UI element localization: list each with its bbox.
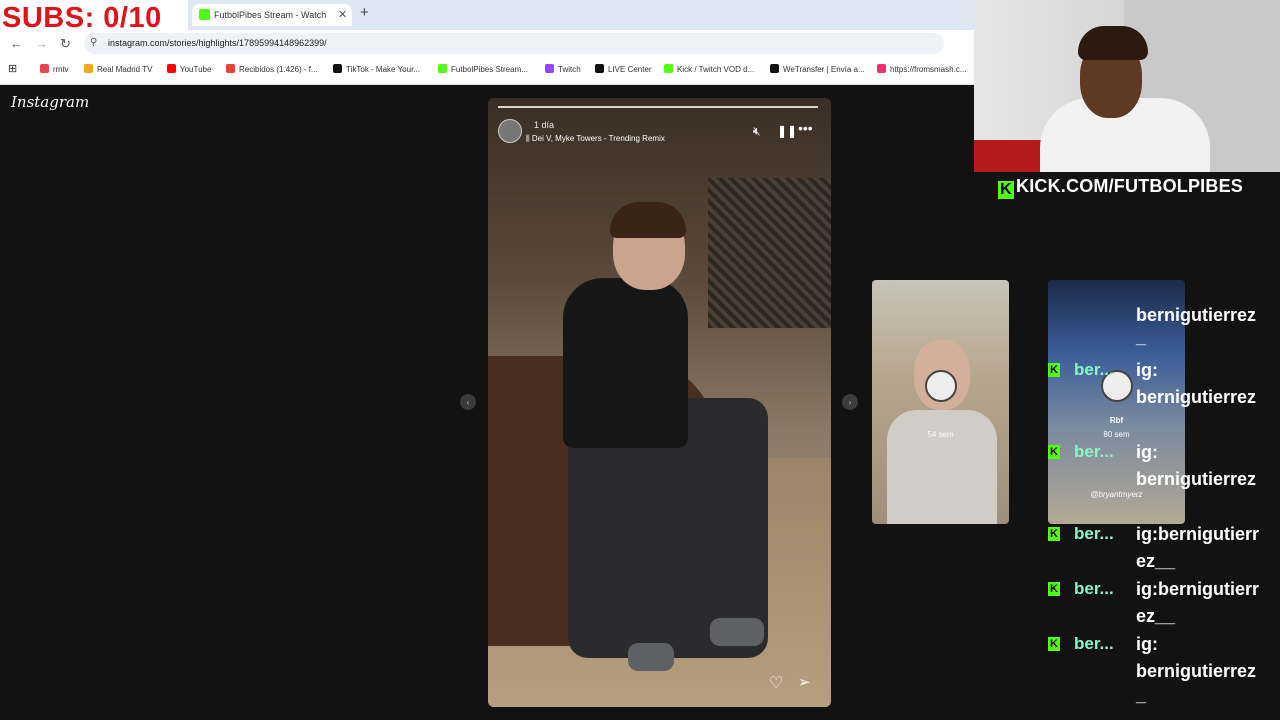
bookmark-favicon-icon [167, 64, 176, 73]
thumb-time: 54 sem [927, 430, 954, 439]
kick-url-text: KICK.COM/FUTBOLPIBES [1016, 176, 1243, 196]
instagram-logo[interactable]: Instagram [11, 93, 89, 111]
story-thumbnail[interactable]: 54 sem [872, 280, 1009, 524]
more-options-icon[interactable]: ••• [798, 120, 813, 136]
chat-underscore: _ [1136, 685, 1147, 705]
apps-grid-icon[interactable]: ⊞ [8, 62, 17, 75]
pause-icon[interactable]: ❚❚ [777, 124, 797, 138]
chat-username: ber... [1074, 524, 1114, 543]
bookmark-item[interactable]: rmtv [40, 64, 69, 74]
story-person-body [563, 278, 688, 448]
story-progress-bar [498, 106, 818, 108]
story-song[interactable]: ⫼ Dei V, Myke Towers - Trending Remix [526, 134, 665, 144]
bookmark-favicon-icon [333, 64, 342, 73]
chat-username: ber... [1074, 634, 1114, 653]
chat-line: ig:bernigutierr [1136, 524, 1260, 544]
chat-line: ig: [1136, 360, 1158, 380]
bookmark-favicon-icon [438, 64, 447, 73]
chat-username: ber... [1074, 579, 1114, 598]
story-shoe [710, 618, 764, 646]
kick-badge-icon: K [1048, 637, 1060, 651]
bookmark-favicon-icon [545, 64, 554, 73]
story-person-hair [610, 202, 686, 238]
chat-line: bernigutierrez [1136, 661, 1257, 681]
bookmark-item[interactable]: Kick / Twitch VOD d... [664, 64, 754, 74]
story-viewer[interactable] [488, 98, 831, 707]
bookmark-favicon-icon [664, 64, 673, 73]
chat-message: ig:bernigutierr ez__ [1136, 521, 1259, 575]
browser-tab[interactable]: FutbolPibes Stream - Watch Liv ✕ [192, 4, 352, 26]
chat-username: ber... [1074, 360, 1114, 379]
kick-badge-icon: K [1048, 445, 1060, 459]
story-song-title: Dei V, Myke Towers - Trending Remix [531, 134, 665, 143]
chat-line: ez__ [1136, 606, 1176, 626]
bookmark-favicon-icon [40, 64, 49, 73]
chat-line: bernigutierrez [1136, 469, 1257, 489]
bookmark-favicon-icon [595, 64, 604, 73]
chat-line: bernigutierrez [1136, 387, 1257, 407]
bookmark-item[interactable]: Real Madrid TV [84, 64, 152, 74]
webcam-overlay [974, 0, 1280, 172]
tab-title: FutbolPibes Stream - Watch Liv [214, 10, 326, 20]
close-tab-icon[interactable]: ✕ [338, 4, 347, 26]
kick-logo-icon: K [998, 181, 1014, 199]
chat-message: ig: bernigutierrez [1136, 357, 1256, 411]
chat-message: ig: bernigutierrez [1136, 439, 1256, 493]
chat-message: ig:bernigutierr ez__ [1136, 576, 1259, 630]
kick-favicon-icon [199, 9, 210, 20]
kick-badge-icon: K [1048, 363, 1060, 377]
kick-badge-icon: K [1048, 582, 1060, 596]
forward-icon[interactable]: → [35, 36, 48, 51]
new-tab-icon[interactable]: + [360, 4, 369, 21]
chat-message: ig: bernigutierrez [1136, 631, 1256, 685]
chat-line: ig: [1136, 634, 1158, 654]
bookmark-favicon-icon [84, 64, 93, 73]
story-time: 1 día [534, 120, 555, 130]
bookmark-item[interactable]: https://fromsmash.c... [877, 64, 966, 74]
thumb-name: Rbf [1109, 416, 1124, 425]
url-text[interactable]: instagram.com/stories/highlights/1789599… [108, 38, 327, 48]
bookmark-item[interactable]: Twitch [545, 64, 581, 74]
webcam-person-hair [1078, 26, 1148, 60]
chat-username: ber... [1074, 442, 1114, 461]
back-icon[interactable]: ← [10, 36, 23, 51]
chat-line: ig: [1136, 442, 1158, 462]
bookmark-item[interactable]: TikTok - Make Your... [333, 64, 420, 74]
thumb-avatar [925, 370, 957, 402]
reload-icon[interactable]: ↻ [60, 36, 71, 52]
next-story-icon[interactable]: › [842, 394, 858, 410]
send-icon[interactable]: ➢ [798, 673, 811, 691]
muted-icon[interactable]: 🔇︎ [753, 124, 761, 139]
bookmark-favicon-icon [770, 64, 779, 73]
bookmark-favicon-icon [226, 64, 235, 73]
thumb-time: 80 sem [1103, 430, 1130, 439]
kick-url-banner: K KICK.COM/FUTBOLPIBES [998, 176, 1243, 199]
chat-fragment: bernigutierrez [1136, 305, 1257, 325]
like-icon[interactable]: ♡ [769, 673, 783, 693]
bookmark-item[interactable]: LIVE Center [595, 64, 652, 74]
story-shoe [628, 643, 674, 671]
bookmark-item[interactable]: Recibidos (1.426) - f... [226, 64, 318, 74]
bookmark-item[interactable]: WeTransfer | Envía a... [770, 64, 865, 74]
chat-line: ez__ [1136, 551, 1176, 571]
previous-story-icon[interactable]: ‹ [460, 394, 476, 410]
thumb-shirt [887, 410, 997, 524]
story-avatar[interactable] [498, 119, 522, 143]
bookmark-favicon-icon [877, 64, 886, 73]
site-info-icon[interactable]: ⚲ [90, 37, 97, 48]
chat-line: ig:bernigutierr [1136, 579, 1260, 599]
bookmark-item[interactable]: YouTube [167, 64, 211, 74]
chat-underscore: _ [1136, 327, 1147, 347]
kick-badge-icon: K [1048, 527, 1060, 541]
story-wall-pattern [708, 178, 831, 328]
bookmark-item[interactable]: FutbolPibes Stream... [438, 64, 528, 74]
